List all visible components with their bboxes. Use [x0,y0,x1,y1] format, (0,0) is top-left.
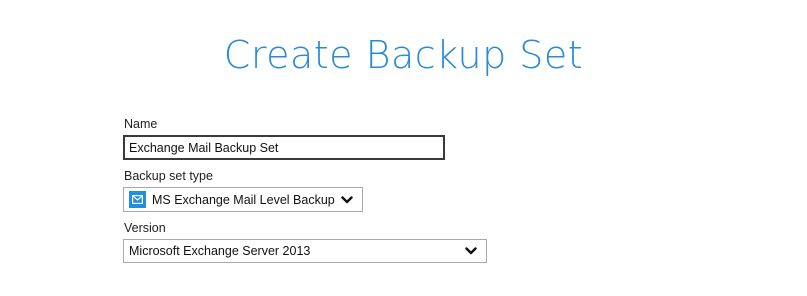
version-label: Version [124,221,166,235]
name-label: Name [124,117,158,131]
version-select[interactable]: Microsoft Exchange Server 2013 [123,239,487,263]
backup-set-type-select[interactable]: MS Exchange Mail Level Backup [123,187,363,212]
mail-icon [129,191,146,208]
chevron-down-icon[interactable] [464,246,478,256]
page-title: Create Backup Set [223,33,584,77]
version-value: Microsoft Exchange Server 2013 [129,244,311,258]
backup-set-type-label: Backup set type [124,169,213,183]
chevron-down-icon[interactable] [340,195,354,205]
name-input[interactable] [123,135,445,160]
create-backup-set-page: Create Backup Set Name Backup set type M… [0,0,807,296]
backup-set-type-value: MS Exchange Mail Level Backup [152,192,335,207]
